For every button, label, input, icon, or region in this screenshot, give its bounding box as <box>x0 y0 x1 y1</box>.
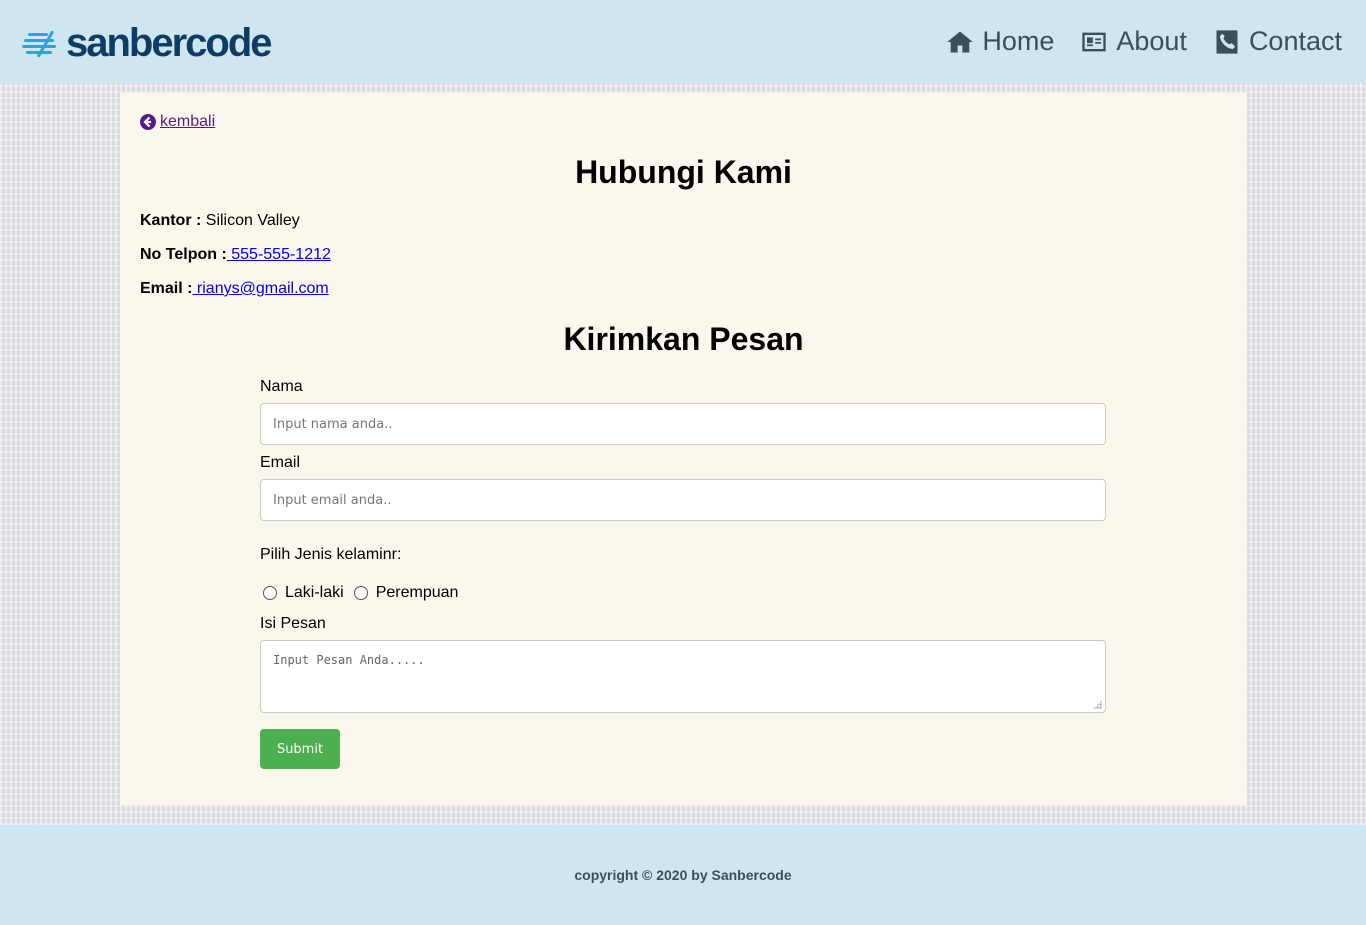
email-label: Email : <box>140 280 193 297</box>
back-link[interactable]: kembali <box>140 113 215 131</box>
email-field-label: Email <box>260 454 301 471</box>
gender-radio-group: Laki-laki Perempuan <box>263 584 458 602</box>
back-link-label: kembali <box>160 113 216 130</box>
phone-label: No Telpon : <box>140 246 227 263</box>
email-link[interactable]: rianys@gmail.com <box>192 280 329 297</box>
radio-perempuan-label: Perempuan <box>375 584 459 601</box>
gender-label: Pilih Jenis kelaminr: <box>260 546 402 563</box>
nav-about-label: About <box>1116 26 1187 56</box>
submit-button[interactable]: Submit <box>260 729 340 769</box>
office-value: Silicon Valley <box>201 212 300 229</box>
nav-home-label: Home <box>982 26 1055 56</box>
arrow-left-circle-icon <box>140 114 156 130</box>
office-label: Kantor : <box>140 212 202 229</box>
page-title: Hubungi Kami <box>575 154 792 190</box>
radio-laki-laki[interactable] <box>263 586 277 600</box>
radio-laki-laki-label: Laki-laki <box>285 584 344 601</box>
office-info: Kantor : Silicon Valley <box>140 212 300 230</box>
footer-copyright: copyright © 2020 by Sanbercode <box>574 867 792 883</box>
name-input[interactable] <box>260 403 1106 445</box>
nav-contact[interactable]: Contact <box>1213 26 1342 57</box>
phone-info: No Telpon : 555-555-1212 <box>140 246 331 264</box>
nav-contact-label: Contact <box>1248 26 1342 56</box>
nav-about[interactable]: About <box>1080 26 1187 57</box>
home-icon <box>947 31 974 52</box>
nav-home[interactable]: Home <box>946 26 1054 57</box>
name-label: Nama <box>260 378 303 395</box>
message-label: Isi Pesan <box>260 615 326 632</box>
radio-perempuan[interactable] <box>353 586 368 600</box>
phone-link[interactable]: 555-555-1212 <box>227 246 331 263</box>
speed-lines-icon <box>22 23 72 63</box>
form-title: Kirimkan Pesan <box>563 321 804 357</box>
email-info: Email : rianys@gmail.com <box>140 280 329 298</box>
id-card-icon <box>1082 32 1107 51</box>
brand-wordmark: sanbercode <box>66 21 273 65</box>
message-textarea[interactable] <box>260 640 1106 713</box>
email-input[interactable] <box>260 479 1106 521</box>
footer: copyright © 2020 by Sanbercode <box>0 825 1366 925</box>
sanbercode-logo[interactable]: sanbercode <box>22 22 282 64</box>
navbar: sanbercode Home About Contact <box>0 0 1366 83</box>
phone-icon <box>1216 29 1238 54</box>
main-nav: Home About Contact <box>946 26 1342 57</box>
